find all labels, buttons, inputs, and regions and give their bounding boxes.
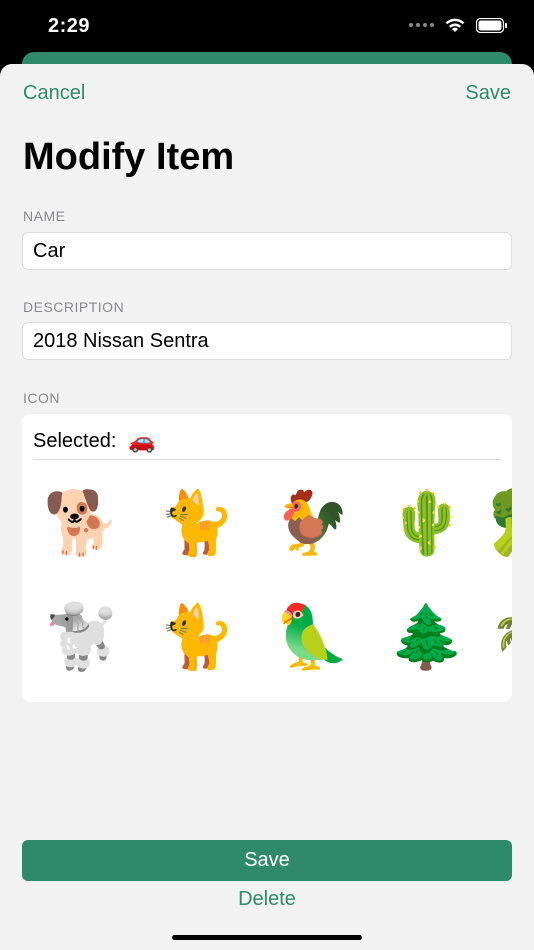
status-bar: 2:29	[0, 0, 534, 56]
selected-label: Selected:	[33, 429, 117, 452]
dog-icon[interactable]: 🐕	[37, 484, 127, 564]
save-button[interactable]: Save	[22, 840, 512, 881]
icon-picker: Selected: 🚗 🐕 🐈 🐓 🌵🥦 🐩 🐈 🦜 🌲🌴	[22, 414, 512, 702]
cactus-icon[interactable]: 🌵	[382, 484, 472, 564]
parrot-icon[interactable]: 🦜	[267, 598, 357, 678]
modal-sheet: Cancel Save Modify Item NAME DESCRIPTION…	[0, 64, 534, 950]
description-section-label: DESCRIPTION	[23, 299, 125, 315]
poodle-icon[interactable]: 🐩	[37, 598, 127, 678]
battery-icon	[476, 17, 508, 33]
icon-section-label: ICON	[23, 390, 60, 406]
name-section-label: NAME	[23, 208, 66, 224]
cancel-button[interactable]: Cancel	[23, 82, 85, 105]
selected-car-icon: 🚗	[128, 428, 156, 453]
selected-icon-row: Selected: 🚗	[33, 423, 501, 460]
description-field[interactable]	[22, 322, 512, 360]
home-indicator	[172, 935, 362, 940]
palm-tree-icon[interactable]: 🌴	[482, 598, 512, 678]
wifi-icon	[444, 17, 466, 33]
delete-button[interactable]: Delete	[0, 888, 534, 911]
status-time: 2:29	[48, 15, 91, 37]
evergreen-tree-icon[interactable]: 🌲	[382, 598, 472, 678]
cat-icon[interactable]: 🐈	[152, 598, 242, 678]
cat-icon[interactable]: 🐈	[152, 484, 242, 564]
status-icons	[409, 17, 508, 33]
page-title: Modify Item	[23, 136, 235, 178]
bush-icon[interactable]: 🥦	[482, 484, 512, 564]
save-nav-button[interactable]: Save	[465, 82, 511, 105]
rooster-icon[interactable]: 🐓	[267, 484, 357, 564]
signal-icon	[409, 23, 434, 27]
name-field[interactable]	[22, 232, 512, 270]
